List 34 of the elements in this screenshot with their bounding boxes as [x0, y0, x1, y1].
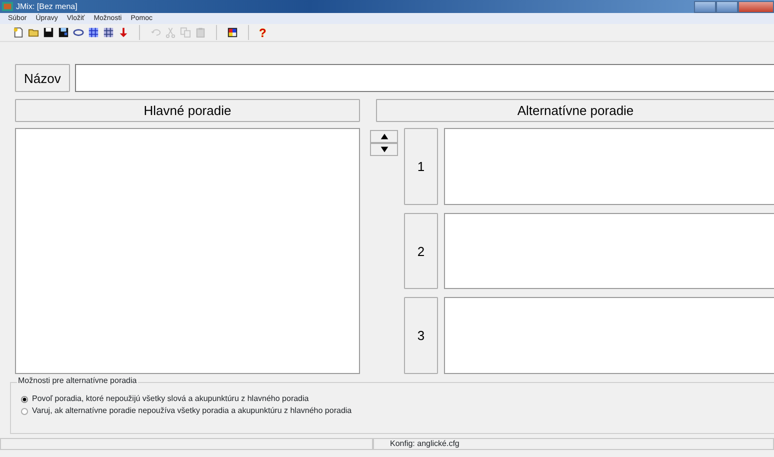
radio-label[interactable]: Povoľ poradia, ktoré nepoužijú všetky slová a akupunktúru z hlavného poradia	[32, 395, 309, 403]
options-legend: Možnosti pre alternatívne poradia	[17, 377, 138, 385]
status-text: Konfig: anglické.cfg	[373, 438, 774, 450]
main-order-heading[interactable]: Hlavné poradie	[15, 99, 360, 122]
new-file-icon[interactable]	[13, 27, 24, 38]
move-up-button[interactable]	[370, 130, 398, 143]
maximize-button[interactable]	[716, 0, 738, 12]
minimize-button[interactable]	[694, 0, 716, 12]
move-down-button[interactable]	[370, 143, 398, 156]
down-triangle-icon	[378, 144, 390, 155]
alternative-order-list[interactable]	[444, 212, 774, 290]
title-button[interactable]: Názov	[15, 64, 70, 92]
down-arrow-icon[interactable]	[118, 27, 129, 38]
up-triangle-icon	[378, 131, 390, 142]
grid-icon[interactable]	[103, 27, 114, 38]
slot-number-button[interactable]: 1	[404, 128, 438, 205]
radio-button[interactable]	[21, 408, 28, 414]
window-title: JMix: [Bez mena]	[16, 2, 78, 10]
alternative-order-list[interactable]	[444, 128, 774, 205]
slot-number-button[interactable]: 2	[404, 212, 438, 290]
colored-window-icon[interactable]	[227, 27, 238, 38]
close-button[interactable]	[738, 0, 774, 12]
help-button[interactable]: ?	[259, 26, 266, 38]
folder-icon[interactable]	[28, 27, 39, 38]
save-icon[interactable]	[43, 27, 54, 38]
app-icon	[2, 1, 13, 12]
alternative-order-heading[interactable]: Alternatívne poradie	[376, 99, 774, 122]
radio-button[interactable]	[21, 396, 28, 402]
alternative-order-list[interactable]	[444, 297, 774, 374]
save-as-icon[interactable]	[58, 27, 69, 38]
radio-label[interactable]: Varuj, ak alternatívne poradie nepoužíva všetky poradia a akupunktúru z hlavného poradia	[32, 407, 352, 415]
title-field[interactable]	[74, 64, 774, 92]
slot-number-button[interactable]: 3	[404, 297, 438, 374]
grid-icon[interactable]	[88, 27, 99, 38]
